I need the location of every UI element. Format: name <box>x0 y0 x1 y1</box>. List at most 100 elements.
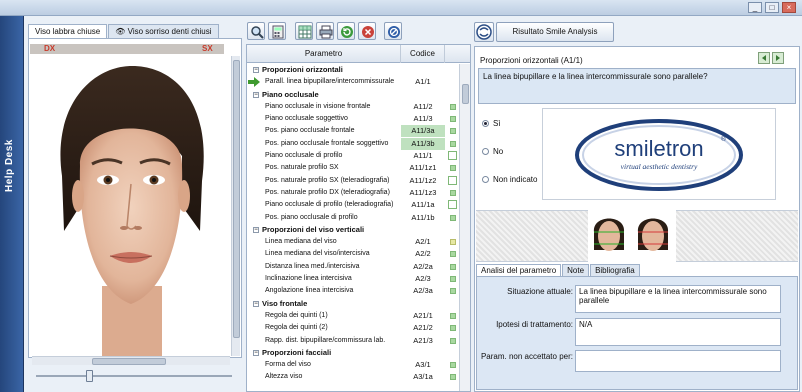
status-indicator <box>448 175 457 185</box>
section-row[interactable]: − Proporzioni orizzontali <box>247 64 459 76</box>
table-row[interactable]: Pos. naturale profilo SX A11/1z1 <box>247 162 459 174</box>
table-row[interactable]: Linea mediana del viso A2/1 <box>247 236 459 248</box>
table-row[interactable]: Piano occlusale di profilo A11/1 <box>247 150 459 162</box>
collapse-toggle-icon[interactable]: − <box>253 226 259 233</box>
parameter-code: A21/3 <box>413 335 433 345</box>
tab-viso-sorriso[interactable]: 👁 Viso sorriso denti chiusi <box>108 24 219 38</box>
table-row[interactable]: Forma del viso A3/1 <box>247 359 459 371</box>
collapse-toggle-icon[interactable]: − <box>253 91 259 98</box>
tab-analisi-parametro[interactable]: Analisi del parametro <box>476 264 562 276</box>
ipotesi-trattamento-field[interactable]: N/A <box>575 318 781 346</box>
refresh-button[interactable] <box>337 22 355 40</box>
close-circle-icon <box>362 26 374 38</box>
table-row[interactable]: Linea mediana del viso/intercisiva A2/2 <box>247 248 459 260</box>
zoom-icon <box>251 26 264 39</box>
helpdesk-strip[interactable]: Help Desk <box>0 16 24 392</box>
minimize-button[interactable]: _ <box>748 2 762 13</box>
table-row[interactable]: Piano occlusale di profilo (teleradiogra… <box>247 199 459 211</box>
table-scroll-thumb[interactable] <box>462 84 469 104</box>
table-row[interactable]: Pos. piano occlusale frontale soggettivo… <box>247 137 459 150</box>
table-row[interactable]: Angolazione linea intercisiva A2/3a <box>247 285 459 297</box>
status-indicator <box>450 312 456 319</box>
logo-tagline-text: virtual aesthetic dentistry <box>621 162 698 171</box>
table-row[interactable]: Pos. piano occlusale frontale A11/3a <box>247 125 459 138</box>
collapse-toggle-icon[interactable]: − <box>253 300 259 307</box>
status-indicator <box>448 200 457 210</box>
header-parametro[interactable]: Parametro <box>247 45 401 63</box>
table-row[interactable]: Pos. piano occlusale di profilo A11/1b <box>247 212 459 224</box>
section-row[interactable]: − Piano occlusale <box>247 89 459 101</box>
header-codice[interactable]: Codice <box>401 45 445 63</box>
param-non-accettato-field[interactable] <box>575 350 781 372</box>
photo-tabs: Viso labbra chiuse 👁 Viso sorriso denti … <box>28 24 219 38</box>
parameter-code: A11/1 <box>413 151 433 161</box>
photo-vertical-scroll-thumb[interactable] <box>233 60 240 338</box>
next-question-button[interactable] <box>772 52 784 64</box>
table-row[interactable]: Regola dei quinti (2) A21/2 <box>247 322 459 334</box>
situazione-attuale-field[interactable]: La linea bipupillare e la linea intercom… <box>575 285 781 313</box>
zoom-slider-track[interactable] <box>36 375 232 377</box>
table-row[interactable]: Piano occlusale in visione frontale A11/2 <box>247 101 459 113</box>
logo-brand-text: smiletron <box>614 136 703 161</box>
calculator-button[interactable] <box>268 22 286 40</box>
parameter-table: Parametro Codice − Proporzioni orizzontal… <box>246 44 471 392</box>
parameter-code: A3/1 <box>415 360 431 370</box>
print-button[interactable] <box>316 22 334 40</box>
radio-non-indicato[interactable] <box>482 176 489 183</box>
face-photo[interactable] <box>32 56 230 356</box>
thumbnail-face-1[interactable] <box>593 218 625 252</box>
stop-button[interactable] <box>384 22 402 40</box>
table-row[interactable]: Inclinazione linea intercisiva A2/3 <box>247 273 459 285</box>
photo-horizontal-scroll-thumb[interactable] <box>92 358 166 365</box>
parameter-code: A11/1z3 <box>409 187 437 197</box>
thumbnail-face-2[interactable] <box>637 218 669 252</box>
maximize-button[interactable]: □ <box>765 2 779 13</box>
radio-si[interactable] <box>482 120 489 127</box>
smile-analysis-icon-button[interactable] <box>474 22 494 42</box>
section-row[interactable]: − Proporzioni del viso verticali <box>247 224 459 236</box>
table-row[interactable]: Parall. linea bipupillare/intercommissur… <box>247 76 459 88</box>
table-row[interactable]: Pos. naturale profilo DX (teleradiografi… <box>247 187 459 199</box>
tab-viso-labbra-chiuse[interactable]: Viso labbra chiuse <box>28 24 108 38</box>
parameter-code: A11/3 <box>413 114 433 124</box>
parameter-name: Proporzioni orizzontali <box>262 65 343 74</box>
tab-note[interactable]: Note <box>562 264 590 276</box>
table-row[interactable]: Pos. naturale profilo SX (teleradiografi… <box>247 175 459 187</box>
grid-button[interactable] <box>295 22 313 40</box>
table-rows: − Proporzioni orizzontali Parall. linea bi… <box>247 64 459 384</box>
option-si[interactable]: Sì <box>482 119 501 128</box>
parameter-name: Altezza viso <box>265 373 303 381</box>
ipotesi-trattamento-label: Ipotesi di trattamento: <box>496 320 573 329</box>
table-row[interactable]: Rapp. dist. bipupillare/commissura lab. A… <box>247 335 459 347</box>
option-no[interactable]: No <box>482 147 503 156</box>
table-row[interactable]: Altezza viso A3/1a <box>247 371 459 383</box>
photo-horizontal-scrollbar[interactable] <box>32 356 230 365</box>
option-non-indicato[interactable]: Non indicato <box>482 175 537 184</box>
status-indicator <box>450 128 456 135</box>
table-row[interactable]: Regola dei quinti (1) A21/1 <box>247 310 459 322</box>
result-smile-analysis-button[interactable]: Risultato Smile Analysis <box>496 22 614 42</box>
parameter-code: A2/3a <box>413 286 433 296</box>
close-button[interactable]: × <box>782 2 796 13</box>
previous-question-button[interactable] <box>758 52 770 64</box>
table-vertical-scrollbar[interactable] <box>459 64 470 391</box>
collapse-toggle-icon[interactable]: − <box>253 67 259 73</box>
section-row[interactable]: − Proporzioni facciali <box>247 347 459 359</box>
status-indicator <box>450 103 456 110</box>
tab-bibliografia[interactable]: Bibliografia <box>590 264 640 276</box>
param-non-accettato-label: Param. non accettato per: <box>480 352 573 361</box>
delete-button[interactable] <box>358 22 376 40</box>
photo-vertical-scrollbar[interactable] <box>231 56 240 356</box>
option-no-label: No <box>493 147 504 156</box>
zoom-slider-knob[interactable] <box>86 370 93 382</box>
table-row[interactable]: Piano occlusale soggettivo A11/3 <box>247 113 459 125</box>
zoom-button[interactable] <box>247 22 265 40</box>
refresh-icon <box>341 26 353 38</box>
parameter-code: A11/3a <box>401 125 445 138</box>
calculator-icon <box>272 25 284 39</box>
window-controls: _ □ × <box>748 2 796 13</box>
section-row[interactable]: − Viso frontale <box>247 298 459 310</box>
collapse-toggle-icon[interactable]: − <box>253 349 259 356</box>
radio-no[interactable] <box>482 148 489 155</box>
table-row[interactable]: Distanza linea med./intercisiva A2/2a <box>247 261 459 273</box>
